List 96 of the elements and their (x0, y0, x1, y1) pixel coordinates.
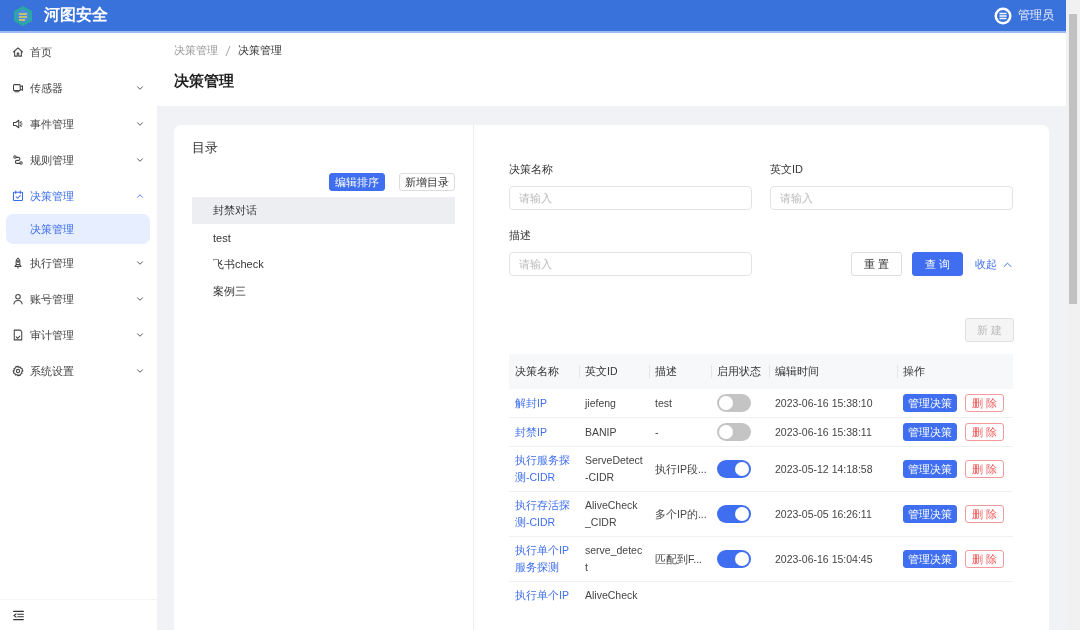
catalog-item[interactable]: 案例三 (192, 278, 455, 305)
table-cell: 2023-06-16 15:38:11 (775, 425, 872, 438)
menu-item[interactable]: 审计管理 (0, 317, 157, 353)
home-icon (12, 46, 24, 58)
column-header: 描述 (649, 354, 711, 389)
column-header: 启用状态 (711, 354, 769, 389)
manage-button[interactable]: 管理决策 (903, 505, 957, 523)
column-header: 编辑时间 (769, 354, 897, 389)
breadcrumb-item: 决策管理 (238, 43, 282, 58)
page-title: 决策管理 (174, 72, 235, 91)
add-catalog-button[interactable]: 新增目录 (399, 173, 455, 191)
separator-icon (225, 44, 231, 57)
delete-button[interactable]: 删 除 (965, 550, 1005, 568)
toggle-switch[interactable] (717, 423, 751, 441)
manage-button[interactable]: 管理决策 (903, 394, 957, 412)
collapse-link[interactable]: 收起 (975, 256, 1013, 272)
column-header: 操作 (897, 354, 1013, 389)
id-field[interactable]: 请输入 (770, 186, 1013, 210)
delete-button[interactable]: 删 除 (965, 460, 1005, 478)
table-cell: 多个IP的... (655, 507, 707, 520)
field-label: 英文ID (770, 162, 804, 177)
chevron-icon (135, 330, 145, 340)
decision-link[interactable]: 封禁IP (509, 417, 579, 447)
table-cell: 2023-05-05 16:26:11 (775, 507, 872, 520)
edit-sort-button[interactable]: 编辑排序 (329, 173, 385, 191)
flow-icon (12, 154, 24, 166)
chevron-icon (135, 119, 145, 129)
column-header: 决策名称 (509, 354, 579, 389)
decision-link[interactable]: 执行单个IP (509, 581, 579, 604)
menu-collapse-icon[interactable] (12, 608, 25, 622)
manage-button[interactable]: 管理决策 (903, 423, 957, 441)
brand-name: 河图安全 (44, 5, 108, 25)
menu-item[interactable]: 规则管理 (0, 142, 157, 178)
catalog-item[interactable]: 飞书check (192, 251, 455, 278)
table-cell: BANIP (579, 417, 649, 447)
table-cell: 执行IP段... (655, 462, 707, 475)
decision-link[interactable]: 解封IP (509, 389, 579, 418)
panel-title: 目录 (192, 139, 219, 157)
table-cell: AliveCheck (579, 581, 649, 604)
manage-button[interactable]: 管理决策 (903, 550, 957, 568)
menu-item[interactable]: 传感器 (0, 70, 157, 106)
submenu-item[interactable]: 决策管理 (6, 214, 150, 244)
monitor-icon (12, 82, 24, 94)
toggle-switch[interactable] (717, 550, 751, 568)
table-cell: AliveCheck_CIDR (579, 491, 649, 537)
table-cell: serve_detect (579, 536, 649, 582)
description-field[interactable]: 请输入 (509, 252, 752, 276)
scrollbar[interactable] (1066, 0, 1080, 630)
table-cell: 2023-05-12 14:18:58 (775, 462, 873, 475)
document-icon (12, 329, 24, 341)
toggle-switch[interactable] (717, 394, 751, 412)
toggle-switch[interactable] (717, 460, 751, 478)
reset-button[interactable]: 重 置 (850, 252, 902, 276)
menu-item[interactable]: 账号管理 (0, 281, 157, 317)
table-cell: - (655, 425, 659, 438)
chevron-icon (135, 155, 145, 165)
toggle-switch[interactable] (717, 505, 751, 523)
chevron-icon (135, 83, 145, 93)
table-cell: ServeDetect-CIDR (579, 446, 649, 492)
table-cell: 2023-06-16 15:04:45 (775, 552, 873, 565)
delete-button[interactable]: 删 除 (965, 423, 1005, 441)
calendar-icon (12, 190, 24, 202)
table-cell: 2023-06-16 15:38:10 (775, 396, 873, 409)
decision-link[interactable]: 执行单个IP服务探测 (509, 536, 579, 582)
delete-button[interactable]: 删 除 (965, 394, 1005, 412)
chevron-icon (135, 366, 145, 376)
decision-link[interactable]: 执行服务探测-CIDR (509, 446, 579, 492)
field-label: 决策名称 (509, 162, 554, 177)
user-name[interactable]: 管理员 (1018, 7, 1054, 24)
menu-item[interactable]: 首页 (0, 34, 157, 70)
chevron-icon (135, 191, 145, 201)
gear-icon (12, 365, 24, 377)
query-button[interactable]: 查 询 (911, 252, 963, 276)
chevron-icon (135, 258, 145, 268)
breadcrumb-item[interactable]: 决策管理 (174, 43, 218, 58)
column-header: 英文ID (579, 354, 649, 389)
menu-item[interactable]: 执行管理 (0, 245, 157, 281)
speaker-icon (12, 118, 24, 130)
menu-item[interactable]: 决策管理 (0, 178, 157, 214)
manage-button[interactable]: 管理决策 (903, 460, 957, 478)
logo-icon (12, 4, 34, 27)
field-label: 描述 (509, 228, 532, 243)
table-cell: 匹配到F... (655, 552, 702, 565)
delete-button[interactable]: 删 除 (965, 505, 1005, 523)
table-cell: jiefeng (579, 389, 649, 418)
menu-item[interactable]: 事件管理 (0, 106, 157, 142)
name-field[interactable]: 请输入 (509, 186, 752, 210)
rocket-icon (12, 257, 24, 269)
table-cell: test (655, 396, 672, 409)
catalog-item[interactable]: 封禁对话 (192, 197, 455, 224)
catalog-item[interactable]: test (192, 224, 455, 251)
user-avatar-icon[interactable] (994, 6, 1012, 25)
user-icon (12, 293, 24, 305)
chevron-icon (135, 294, 145, 304)
decision-link[interactable]: 执行存活探测-CIDR (509, 491, 579, 537)
menu-item[interactable]: 系统设置 (0, 353, 157, 389)
